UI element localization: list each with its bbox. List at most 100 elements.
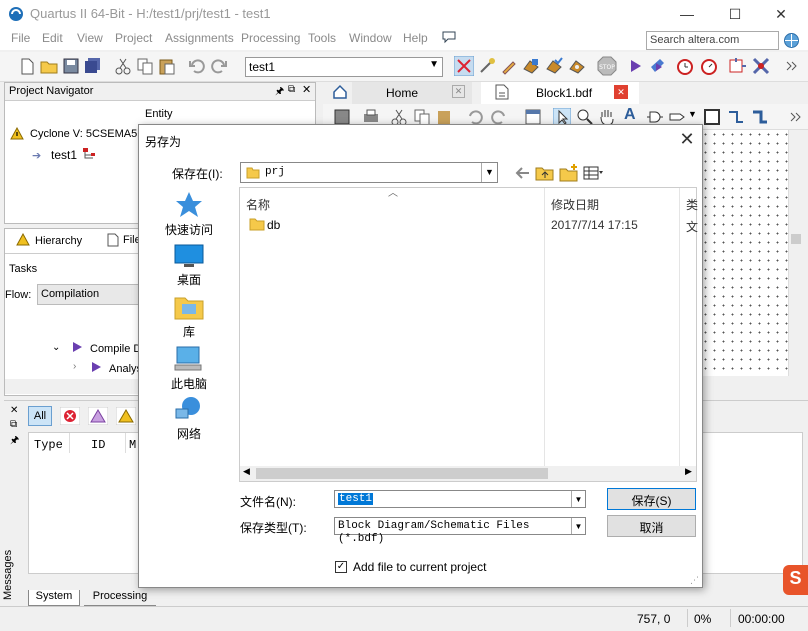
column-header-modified[interactable]: 修改日期 (551, 196, 599, 213)
block-tool-icon[interactable] (703, 108, 721, 126)
scroll-left-icon[interactable]: ◀ (243, 466, 250, 477)
resize-grip-icon[interactable]: ⋰ (690, 575, 702, 587)
new-folder-icon[interactable] (559, 163, 579, 183)
home-icon[interactable] (332, 84, 348, 100)
place-network[interactable]: 网络 (153, 395, 225, 442)
orthogonal-bus-icon[interactable] (751, 108, 769, 126)
fitter-icon[interactable] (545, 57, 563, 75)
file-row-db[interactable]: db 2017/7/14 17:15 文 (240, 214, 698, 236)
column-header-id[interactable]: ID (91, 438, 105, 452)
search-input[interactable]: Search altera.com (646, 31, 779, 50)
timer-icon[interactable] (700, 57, 718, 75)
ime-logo-icon[interactable]: S (783, 565, 808, 595)
scroll-thumb[interactable] (256, 468, 548, 479)
pencil-icon[interactable] (500, 57, 518, 75)
entity-item[interactable]: test1 (51, 148, 77, 162)
assembler-icon[interactable] (568, 57, 586, 75)
tab-close-icon[interactable]: ✕ (614, 85, 628, 99)
filter-all-button[interactable]: All (28, 406, 52, 426)
warning-filter-icon[interactable] (116, 407, 136, 425)
filename-input[interactable]: test1 ▼ (334, 490, 586, 508)
menu-assignments[interactable]: Assignments (165, 31, 234, 45)
menu-processing[interactable]: Processing (241, 31, 300, 45)
close-window-button[interactable]: ✕ (758, 0, 804, 28)
timequest-icon[interactable] (676, 57, 694, 75)
float-window-icon[interactable]: ⧉ (288, 84, 295, 95)
chip-planner-icon[interactable] (728, 57, 746, 75)
programmer-icon[interactable] (752, 57, 770, 75)
panel-close-icon[interactable]: ✕ (302, 83, 311, 96)
text-tool-icon[interactable]: A (624, 106, 636, 124)
menu-file[interactable]: File (11, 31, 30, 45)
menu-tools[interactable]: Tools (308, 31, 336, 45)
globe-search-icon[interactable] (782, 31, 801, 50)
start-analysis-icon[interactable] (648, 57, 666, 75)
cut-icon[interactable] (114, 57, 132, 75)
dialog-close-button[interactable]: ✕ (675, 129, 699, 151)
place-this-pc[interactable]: 此电脑 (153, 345, 225, 392)
paste-icon[interactable] (158, 57, 176, 75)
critical-warning-filter-icon[interactable] (88, 407, 108, 425)
menu-window[interactable]: Window (349, 31, 392, 45)
tab-system[interactable]: System (28, 590, 80, 606)
orthogonal-node-icon[interactable] (727, 108, 745, 126)
filetype-select[interactable]: Block Diagram/Schematic Files (*.bdf) ▼ (334, 517, 586, 545)
menu-project[interactable]: Project (115, 31, 152, 45)
place-desktop[interactable]: 桌面 (153, 243, 225, 288)
up-folder-icon[interactable] (535, 163, 555, 183)
expand-chevron-icon[interactable]: ⌄ (52, 342, 60, 353)
place-libraries[interactable]: 库 (153, 293, 225, 340)
maximize-button[interactable]: ☐ (712, 0, 758, 28)
help-balloon-icon[interactable] (442, 30, 456, 44)
add-to-project-label[interactable]: Add file to current project (353, 560, 486, 574)
toolbar-overflow-icon[interactable] (786, 108, 804, 126)
vertical-scrollbar[interactable] (788, 130, 803, 376)
toolbar-overflow-icon[interactable] (782, 57, 800, 75)
float-window-icon[interactable]: ⧉ (10, 419, 17, 430)
column-header-name[interactable]: 名称 (246, 196, 270, 213)
scroll-thumb[interactable] (791, 234, 801, 244)
column-header-type[interactable]: Type (34, 438, 63, 452)
cancel-button[interactable]: 取消 (607, 515, 696, 537)
view-menu-icon[interactable] (583, 163, 603, 183)
panel-close-icon[interactable]: ✕ (10, 405, 18, 416)
analysis-icon[interactable] (522, 57, 540, 75)
pin-planner-icon[interactable] (478, 57, 496, 75)
back-arrow-icon[interactable] (513, 163, 533, 183)
copy-icon[interactable] (136, 57, 154, 75)
tab-hierarchy[interactable]: Hierarchy (35, 235, 82, 247)
save-icon[interactable] (62, 57, 80, 75)
menu-view[interactable]: View (77, 31, 103, 45)
column-header-message[interactable]: M (129, 438, 136, 452)
undo-icon[interactable] (188, 57, 206, 75)
project-selector[interactable]: test1 ▼ (245, 57, 443, 77)
flow-select[interactable]: Compilation (37, 284, 147, 305)
tab-block1[interactable]: Block1.bdf ✕ (481, 82, 639, 104)
device-label[interactable]: Cyclone V: 5CSEMA5F (30, 128, 144, 140)
expand-chevron-icon[interactable]: › (73, 361, 76, 372)
tab-home[interactable]: Home ✕ (352, 82, 472, 104)
play-task-icon[interactable] (90, 361, 102, 373)
save-in-select[interactable]: prj ▼ (240, 162, 498, 183)
stop-icon[interactable]: STOP (597, 56, 617, 76)
menu-help[interactable]: Help (403, 31, 428, 45)
tab-close-icon[interactable]: ✕ (452, 85, 465, 98)
play-task-icon[interactable] (71, 341, 83, 353)
tab-processing[interactable]: Processing (84, 590, 156, 606)
minimize-button[interactable]: — (664, 0, 710, 28)
menu-edit[interactable]: Edit (42, 31, 63, 45)
add-to-project-checkbox[interactable]: ✓ (335, 561, 347, 573)
start-compilation-icon[interactable] (626, 57, 644, 75)
open-folder-icon[interactable] (40, 57, 58, 75)
compilation-dashboard-icon[interactable] (454, 56, 474, 76)
chevron-down-icon[interactable]: ▼ (688, 109, 697, 119)
file-list-horizontal-scrollbar[interactable]: ◀ ▶ (240, 466, 696, 481)
scroll-right-icon[interactable]: ▶ (685, 466, 692, 477)
error-filter-icon[interactable] (60, 407, 80, 425)
redo-icon[interactable] (210, 57, 228, 75)
save-button[interactable]: 保存(S) (607, 488, 696, 510)
new-file-icon[interactable] (18, 57, 36, 75)
place-quick-access[interactable]: 快速访问 (153, 191, 225, 238)
save-all-icon[interactable] (84, 57, 102, 75)
pin-icon[interactable]: 🖈 (10, 433, 19, 450)
